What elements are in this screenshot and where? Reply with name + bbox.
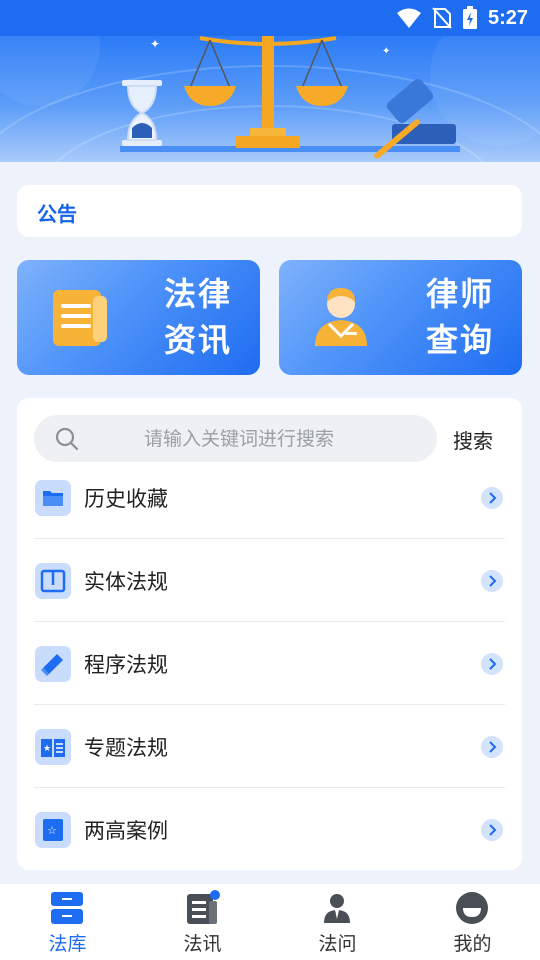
status-time: 5:27 xyxy=(487,6,528,29)
notice-title: 公告 xyxy=(37,202,77,226)
book-open-icon xyxy=(35,563,71,599)
star-book-icon: ★ xyxy=(35,729,71,765)
nav-tab-law-library[interactable]: 法库 xyxy=(0,884,135,960)
nav-label: 我的 xyxy=(453,933,492,955)
nav-tab-consult[interactable]: 法问 xyxy=(270,884,405,960)
banner: ✦ ✦ xyxy=(0,36,540,162)
lawyer-icon xyxy=(315,288,367,346)
svg-text:✦: ✦ xyxy=(150,37,160,51)
chevron-right-icon xyxy=(481,819,503,841)
nav-label: 法问 xyxy=(318,933,357,955)
item-label: 两高案例 xyxy=(84,819,168,843)
status-icons: 5:27 xyxy=(396,6,528,30)
star-bookmark-icon: ☆ xyxy=(35,812,71,848)
chevron-right-icon xyxy=(481,487,503,509)
nav-tab-profile[interactable]: 我的 xyxy=(405,884,540,960)
legal-news-card[interactable]: 法律 资讯 xyxy=(17,260,260,375)
bottom-nav: 法库 法讯 法问 我的 xyxy=(0,884,540,960)
notification-dot xyxy=(210,890,220,900)
card-title-line1: 法律 xyxy=(163,275,232,313)
search-icon xyxy=(55,427,79,451)
nav-label: 法讯 xyxy=(183,933,222,955)
list-item-topic-law[interactable]: ★ 专题法规 xyxy=(34,705,505,788)
card-title-line2: 查询 xyxy=(425,321,494,359)
card-title-line2: 资讯 xyxy=(163,321,232,359)
consult-icon xyxy=(324,894,350,923)
profile-icon xyxy=(456,892,488,924)
folder-icon xyxy=(35,480,71,516)
list-item-procedural-law[interactable]: 程序法规 xyxy=(34,622,505,705)
item-label: 实体法规 xyxy=(84,570,168,594)
svg-text:★: ★ xyxy=(43,744,51,754)
list-item-history[interactable]: 历史收藏 xyxy=(34,456,505,539)
item-label: 历史收藏 xyxy=(84,487,168,511)
search-input[interactable] xyxy=(114,415,414,462)
wifi-icon xyxy=(396,8,421,28)
justice-scale-illustration: ✦ ✦ xyxy=(0,36,540,162)
list-item-supreme-cases[interactable]: ☆ 两高案例 xyxy=(34,788,505,871)
status-bar: 5:27 xyxy=(0,0,540,36)
chevron-right-icon xyxy=(481,653,503,675)
chevron-right-icon xyxy=(481,736,503,758)
search-box[interactable] xyxy=(34,415,437,462)
item-label: 程序法规 xyxy=(84,653,168,677)
lawyer-search-card[interactable]: 律师 查询 xyxy=(279,260,522,375)
book-stack-icon xyxy=(35,646,71,682)
battery-icon xyxy=(462,6,477,29)
chevron-right-icon xyxy=(481,570,503,592)
svg-text:☆: ☆ xyxy=(47,824,57,837)
document-icon xyxy=(53,290,107,346)
list-item-substantive-law[interactable]: 实体法规 xyxy=(34,539,505,622)
no-sim-icon xyxy=(432,7,452,29)
search-button[interactable]: 搜索 xyxy=(453,425,493,454)
nav-tab-news[interactable]: 法讯 xyxy=(135,884,270,960)
item-label: 专题法规 xyxy=(84,736,168,760)
law-library-icon xyxy=(51,892,83,924)
notice-bar[interactable]: 公告 xyxy=(17,185,522,237)
card-title-line1: 律师 xyxy=(425,275,494,313)
nav-label: 法库 xyxy=(48,933,87,955)
regulation-panel: 搜索 历史收藏 实体法规 程序法规 xyxy=(17,398,522,870)
svg-text:✦: ✦ xyxy=(382,46,390,57)
